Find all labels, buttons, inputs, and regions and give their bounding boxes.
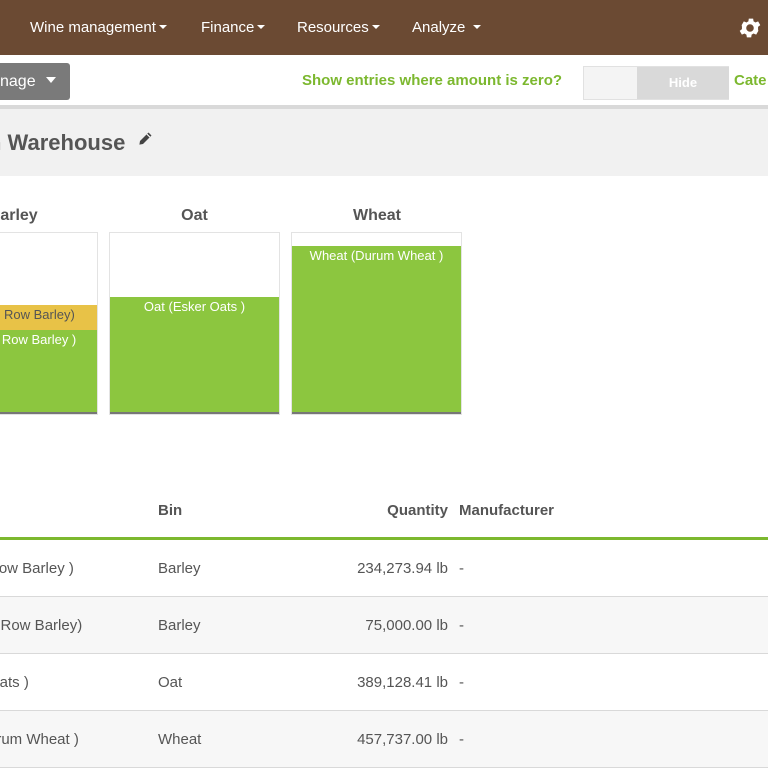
caret-down-icon [257, 25, 266, 29]
cell-manufacturer: - [459, 674, 464, 691]
category-label[interactable]: Cate [734, 72, 767, 89]
segment-label: x Row Barley ) [0, 332, 77, 347]
nav-resources-label: Resources [297, 19, 369, 36]
bin-title-barley: arley [0, 207, 38, 224]
bin-oat[interactable]: Oat (Esker Oats ) [109, 232, 280, 415]
page-title: n Warehouse [0, 130, 126, 155]
manage-button[interactable]: nage [0, 63, 70, 100]
cell-quantity: 75,000.00 lb [365, 617, 448, 634]
top-navbar: Wine management Finance Resources Analyz… [0, 0, 768, 55]
manage-button-label: nage [0, 73, 36, 90]
cell-name: o Row Barley) [0, 617, 83, 634]
table-row[interactable]: Row Barley ) Barley 234,273.94 lb - [0, 540, 768, 597]
bin-segment-six-row-barley[interactable]: x Row Barley ) [0, 330, 97, 412]
caret-down-icon [45, 77, 56, 83]
cell-manufacturer: - [459, 560, 464, 577]
caret-down-icon [158, 25, 167, 29]
bin-barley[interactable]: o Row Barley) x Row Barley ) [0, 232, 98, 415]
bin-segment-esker-oats[interactable]: Oat (Esker Oats ) [110, 297, 279, 412]
cell-bin: Oat [158, 674, 183, 691]
column-header-quantity[interactable]: Quantity [387, 502, 448, 519]
toolbar-divider [0, 105, 768, 109]
cell-quantity: 389,128.41 lb [357, 674, 448, 691]
nav-resources[interactable]: Resources [297, 19, 380, 36]
nav-finance[interactable]: Finance [201, 19, 266, 36]
table-row[interactable]: Oats ) Oat 389,128.41 lb - [0, 654, 768, 711]
show-zero-label: Show entries where amount is zero? [302, 72, 563, 89]
cell-quantity: 234,273.94 lb [357, 560, 448, 577]
pencil-edit-icon[interactable] [137, 131, 153, 147]
column-header-manufacturer[interactable]: Manufacturer [459, 502, 554, 519]
bin-title-wheat: Wheat [353, 207, 401, 224]
bin-baseline [292, 412, 461, 414]
hide-toggle-option[interactable]: Hide [637, 67, 729, 99]
bin-wheat[interactable]: Wheat (Durum Wheat ) [291, 232, 462, 415]
show-zero-toggle[interactable]: Hide [583, 66, 729, 100]
table-row[interactable]: o Row Barley) Barley 75,000.00 lb - [0, 597, 768, 654]
nav-finance-label: Finance [201, 19, 255, 36]
cell-bin: Wheat [158, 731, 202, 748]
cell-bin: Barley [158, 617, 201, 634]
nav-wine-management[interactable]: Wine management [30, 19, 167, 36]
nav-analyze-label: Analyze [412, 19, 466, 36]
cell-manufacturer: - [459, 617, 464, 634]
bin-segment-two-row-barley[interactable]: o Row Barley) [0, 305, 97, 330]
cell-quantity: 457,737.00 lb [357, 731, 448, 748]
gear-icon[interactable] [737, 15, 763, 41]
bin-baseline [110, 412, 279, 414]
nav-analyze[interactable]: Analyze [412, 19, 482, 36]
cell-name: Row Barley ) [0, 560, 74, 577]
cell-name: urum Wheat ) [0, 731, 79, 748]
bin-segment-durum-wheat[interactable]: Wheat (Durum Wheat ) [292, 246, 461, 412]
nav-wine-management-label: Wine management [30, 19, 156, 36]
segment-label: o Row Barley) [0, 307, 75, 322]
bin-title-oat: Oat [181, 207, 208, 224]
column-header-bin[interactable]: Bin [158, 502, 182, 519]
segment-label: Wheat (Durum Wheat ) [309, 248, 444, 263]
cell-bin: Barley [158, 560, 201, 577]
caret-down-icon [473, 25, 482, 29]
segment-label: Oat (Esker Oats ) [143, 299, 246, 314]
cell-manufacturer: - [459, 731, 464, 748]
bin-baseline [0, 412, 97, 414]
table-row[interactable]: urum Wheat ) Wheat 457,737.00 lb - [0, 711, 768, 768]
caret-down-icon [371, 25, 380, 29]
cell-name: Oats ) [0, 674, 29, 691]
